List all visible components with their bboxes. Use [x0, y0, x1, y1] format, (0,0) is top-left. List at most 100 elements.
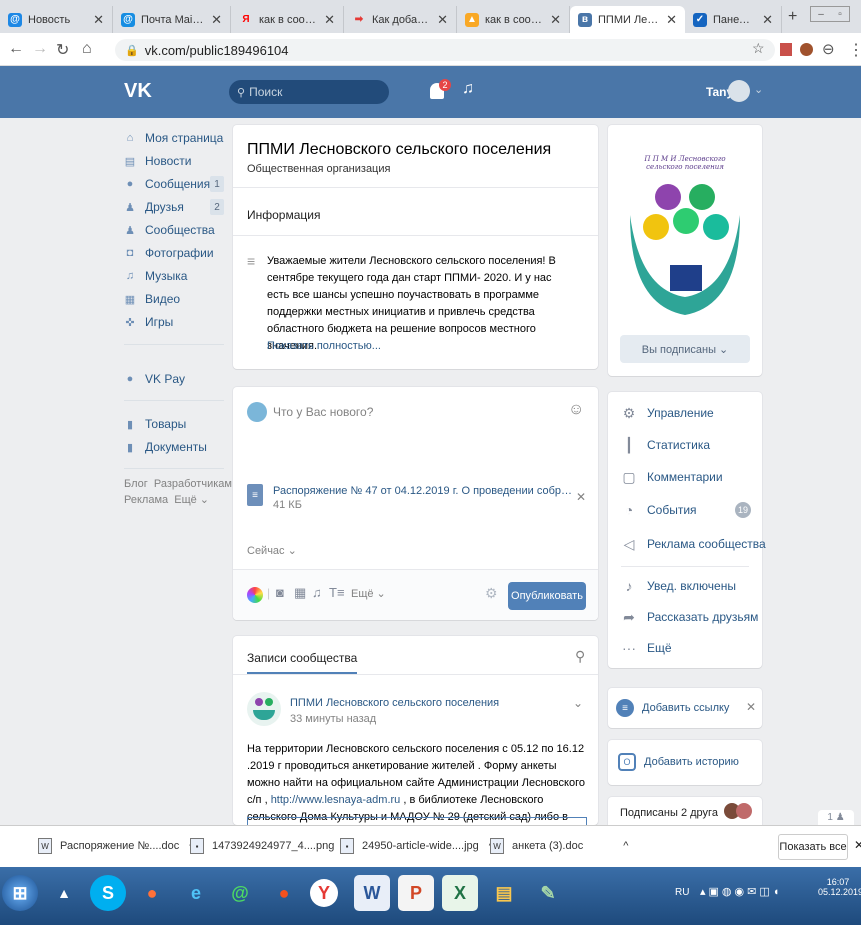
composer-input[interactable]: Что у Вас нового? — [273, 405, 373, 419]
footer-links[interactable]: Блог Разработчикам — [124, 478, 232, 490]
close-icon[interactable]: ✕ — [756, 12, 773, 28]
post-attachment-preview[interactable] — [247, 817, 587, 825]
post-author-avatar[interactable] — [247, 692, 281, 726]
download-item[interactable]: WРаспоряжение №....doc^ — [38, 838, 194, 854]
system-tray-icons[interactable]: ▴▣◍◉✉◫◖ — [700, 885, 782, 898]
manage-item-settings[interactable]: ⚙ Управление — [621, 403, 714, 423]
menu-icon[interactable]: ⋮ — [848, 40, 861, 60]
browser-tab[interactable]: ▲ как в сообщест✕ — [457, 6, 570, 33]
menu-item-groups[interactable]: ♟ Сообщества — [124, 219, 224, 241]
subscribed-button[interactable]: Вы подписаны ⌄ — [620, 335, 750, 363]
music-icon[interactable]: ♫ — [312, 585, 322, 600]
more-attachments-button[interactable]: Ещё ⌄ — [351, 587, 386, 600]
attachment-name[interactable]: Распоряжение № 47 от 04.12.2019 г. О про… — [273, 485, 573, 497]
app-icon[interactable]: ▲ — [46, 875, 82, 911]
browser-tab[interactable]: @ Новость ✕ — [0, 6, 113, 33]
chat-button[interactable]: 1 ♟ — [818, 810, 854, 825]
search-input[interactable]: ⚲ Поиск — [229, 80, 389, 104]
manage-item-events[interactable]: ◔ События 19 — [621, 500, 751, 520]
video-icon[interactable]: ▦ — [294, 585, 306, 601]
manage-item-notifications[interactable]: ♪ Увед. включены — [621, 576, 736, 596]
manage-item-ads[interactable]: ◁ Реклама сообщества — [621, 534, 766, 554]
word-icon[interactable]: W — [354, 875, 390, 911]
browser-tab[interactable]: ➡ Как добавить д✕ — [344, 6, 457, 33]
post-link[interactable]: http://www.lesnaya-adm.ru — [271, 794, 401, 806]
menu-item-music[interactable]: ♫ Музыка — [124, 265, 224, 287]
friends-subscribed-card[interactable]: Подписаны 2 друга — [608, 797, 762, 825]
menu-item-photos[interactable]: ◘ Фотографии — [124, 242, 224, 264]
excel-icon[interactable]: X — [442, 875, 478, 911]
smile-icon[interactable]: ☺ — [568, 401, 584, 419]
manage-item-stats[interactable]: ┃ Статистика — [621, 435, 710, 455]
paint-icon[interactable]: ✎ — [530, 875, 566, 911]
browser-tab[interactable]: @ Почта Mail.ru ✕ — [113, 6, 231, 33]
browser-tab[interactable]: ✓ Панель управле✕ — [685, 6, 782, 33]
menu-item-documents[interactable]: ▮ Документы — [124, 436, 224, 458]
show-all-downloads-button[interactable]: Показать все — [778, 834, 848, 860]
add-link-card[interactable]: ≡ Добавить ссылку ✕ — [608, 688, 762, 728]
manage-item-share[interactable]: ➦ Рассказать друзьям — [621, 607, 758, 627]
post-author[interactable]: ППМИ Лесновского сельского поселения — [290, 697, 499, 709]
chevron-down-icon[interactable]: ⌄ — [573, 696, 583, 710]
folder-icon[interactable]: ▤ — [486, 875, 522, 911]
minimize-icon[interactable]: – — [818, 9, 824, 20]
forward-icon[interactable]: → — [32, 40, 48, 58]
manage-item-comments[interactable]: ▢ Комментарии — [621, 467, 722, 487]
group-logo[interactable]: П П М И Лесновского сельского поселения — [620, 145, 750, 325]
reload-icon[interactable]: ↻ — [56, 40, 69, 60]
footer-links[interactable]: Реклама Ещё ⌄ — [124, 493, 209, 506]
close-icon[interactable]: ✕ — [854, 838, 861, 852]
post-time[interactable]: 33 минуты назад — [290, 713, 376, 725]
home-icon[interactable]: ⌂ — [82, 40, 92, 58]
close-icon[interactable]: ✕ — [576, 490, 586, 504]
back-icon[interactable]: ← — [8, 40, 24, 58]
maximize-icon[interactable]: ▫ — [838, 9, 842, 20]
close-icon[interactable]: ✕ — [205, 12, 222, 28]
download-item[interactable]: ▪1473924924977_4....png^ — [190, 838, 350, 854]
mail-agent-icon[interactable]: @ — [222, 875, 258, 911]
star-icon[interactable]: ☆ — [752, 40, 765, 57]
camera-icon[interactable]: ◙ — [276, 585, 284, 600]
start-button-icon[interactable]: ⊞ — [2, 875, 38, 911]
text-format-icon[interactable]: T≡ — [329, 585, 345, 600]
new-tab-button[interactable]: + — [788, 8, 797, 26]
menu-item-goods[interactable]: ▮ Товары — [124, 413, 224, 435]
browser-tab[interactable]: Я как в сообщест✕ — [231, 6, 344, 33]
friend-avatar[interactable] — [736, 803, 752, 819]
user-avatar[interactable] — [728, 80, 750, 102]
menu-item-vkpay[interactable]: ● VK Pay — [124, 368, 224, 390]
publish-button[interactable]: Опубликовать — [508, 582, 586, 610]
extension-icon[interactable] — [800, 43, 813, 56]
skype-icon[interactable]: S — [90, 875, 126, 911]
extension-icon[interactable] — [780, 43, 792, 56]
search-icon[interactable]: ⚲ — [575, 648, 585, 665]
download-item[interactable]: Wанкета (3).doc ^ — [490, 838, 628, 854]
info-heading[interactable]: Информация — [247, 208, 320, 222]
menu-item-video[interactable]: ▦ Видео — [124, 288, 224, 310]
powerpoint-icon[interactable]: P — [398, 875, 434, 911]
manage-item-more[interactable]: ··· Ещё — [621, 638, 672, 658]
close-icon[interactable]: ✕ — [544, 12, 561, 28]
add-story-card[interactable]: O Добавить историю — [608, 740, 762, 785]
window-controls[interactable]: – ▫ — [810, 6, 850, 22]
gear-icon[interactable]: ⚙ — [485, 585, 498, 602]
close-icon[interactable]: ✕ — [318, 12, 335, 28]
show-more-link[interactable]: Показать полностью... — [267, 340, 381, 352]
url-field[interactable]: 🔒 vk.com/public189496104 — [115, 39, 775, 61]
chevron-up-icon[interactable]: ^ — [623, 840, 628, 852]
vk-logo[interactable]: VK — [124, 80, 152, 103]
menu-item-friends[interactable]: ♟ Друзья 2 — [124, 196, 224, 218]
browser-tab-active[interactable]: в ППМИ Лесновс✕ — [570, 6, 685, 33]
firefox-icon[interactable]: ● — [134, 875, 170, 911]
chevron-down-icon[interactable]: ⌄ — [754, 83, 763, 96]
clock[interactable]: 16:07 05.12.2019 — [818, 877, 861, 897]
menu-item-games[interactable]: ✜ Игры — [124, 311, 224, 333]
tab-community-posts[interactable]: Записи сообщества — [247, 651, 357, 665]
close-icon[interactable]: ✕ — [746, 700, 756, 714]
profile-icon[interactable]: ⊖ — [822, 40, 835, 58]
time-selector[interactable]: Сейчас ⌄ — [247, 544, 297, 557]
menu-item-my-page[interactable]: ⌂ Моя страница — [124, 127, 224, 149]
download-item[interactable]: ▪24950-article-wide....jpg^ — [340, 838, 494, 854]
close-icon[interactable]: ✕ — [660, 12, 677, 28]
palette-icon[interactable] — [247, 587, 263, 603]
